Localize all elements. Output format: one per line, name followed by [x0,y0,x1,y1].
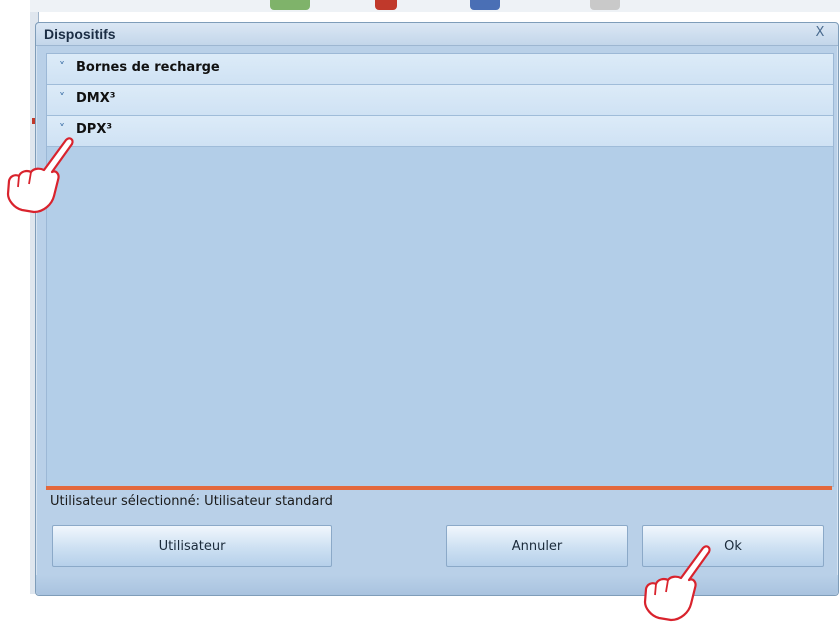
devices-list: ˅ Bornes de recharge ˅ DMX³ ˅ DPX³ [46,53,834,487]
chevron-down-icon: ˅ [59,91,65,105]
selected-user-status: Utilisateur sélectionné: Utilisateur sta… [50,494,333,509]
group-bornes-de-recharge[interactable]: ˅ Bornes de recharge [47,54,833,85]
background-chip [375,0,397,10]
dialog-title: Dispositifs [44,26,116,42]
group-label: DPX³ [76,122,113,137]
background-chip [470,0,500,10]
chevron-down-icon: ˅ [59,60,65,74]
dialog-titlebar: Dispositifs X [36,23,838,46]
user-button[interactable]: Utilisateur [52,525,332,567]
group-label: Bornes de recharge [76,60,220,75]
background-chip [270,0,310,10]
hand-pointer-icon [643,545,711,622]
background-chip [590,0,620,10]
dialog-footer-band [36,575,838,595]
background-app-toolbar [30,0,840,12]
devices-dialog: Dispositifs X ˅ Bornes de recharge ˅ DMX… [35,22,839,596]
hand-pointer-icon [6,137,74,214]
close-button[interactable]: X [812,25,828,41]
accent-divider [46,486,832,490]
group-dmx3[interactable]: ˅ DMX³ [47,85,833,116]
group-dpx3[interactable]: ˅ DPX³ [47,116,833,147]
cancel-button[interactable]: Annuler [446,525,628,567]
group-label: DMX³ [76,91,116,106]
